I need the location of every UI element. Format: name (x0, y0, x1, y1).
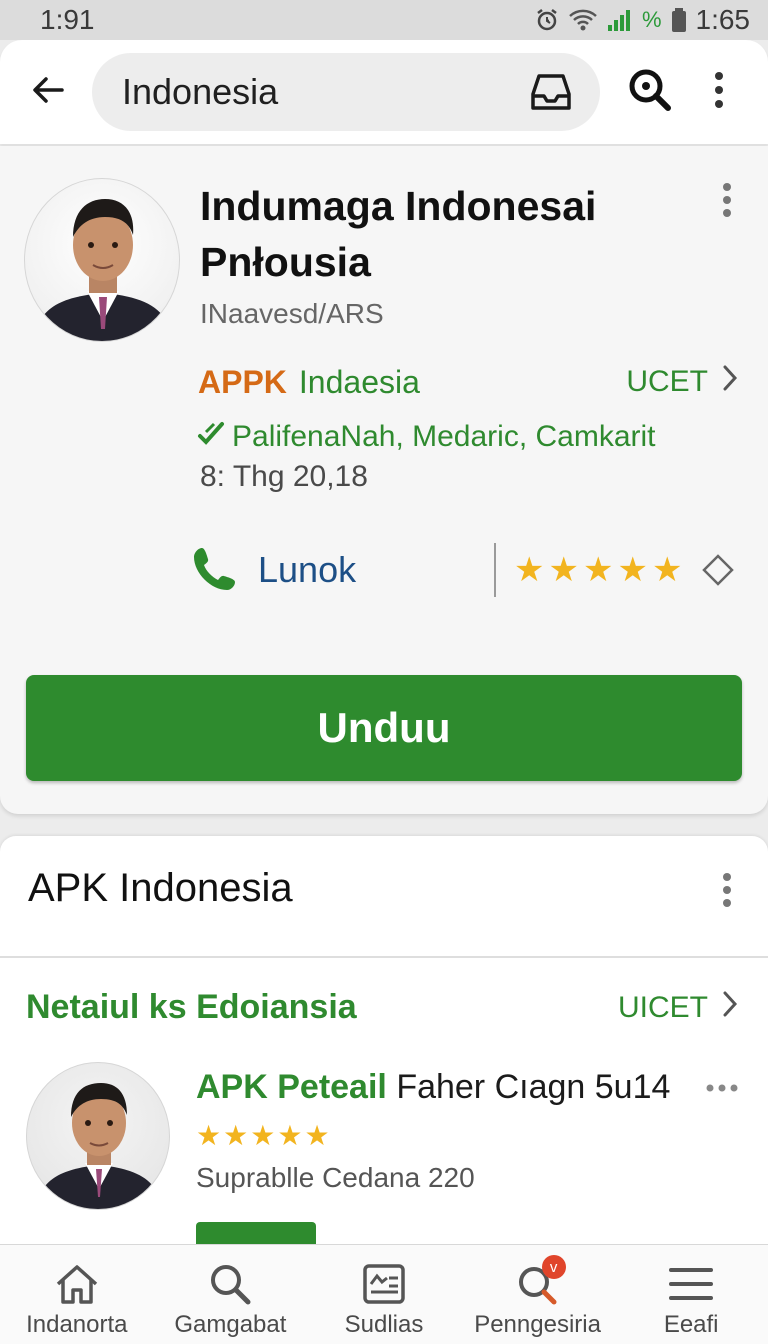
search-button[interactable] (624, 66, 676, 118)
overflow-menu-button[interactable] (704, 66, 734, 118)
item-title[interactable]: APK Peteail Faher Cıagn 5u14 (196, 1068, 670, 1107)
verified-leaf-icon (196, 418, 226, 456)
apk-badge: APPK (198, 363, 287, 400)
star-icon: ★ (223, 1120, 249, 1151)
search-input[interactable]: Indonesia (92, 53, 600, 131)
status-icons: % 1:65 (534, 4, 750, 36)
ucet-label: UCET (626, 365, 708, 398)
more-vertical-icon (722, 872, 732, 913)
rating-stars: ★ ★ ★ ★ ★ (514, 553, 682, 587)
item-title-rest: Faher Cıagn 5u14 (396, 1068, 671, 1106)
star-icon: ★ (651, 551, 683, 589)
notification-badge: v (541, 1255, 566, 1279)
item-more-button[interactable] (702, 1074, 742, 1104)
star-icon: ★ (250, 1120, 276, 1151)
item-subtitle: Suprablle Cedana 220 (196, 1162, 475, 1193)
section-divider (0, 956, 768, 958)
screen: 1:91 % 1:65 Indonesia Indumaga Indonesai… (0, 0, 768, 1344)
star-icon: ★ (548, 551, 579, 589)
nav-item-search[interactable]: Gamgabat (154, 1245, 308, 1344)
subsection-link[interactable]: UICET (618, 990, 738, 1026)
developer-name: INaavesd/ARS (200, 298, 384, 329)
diamond-icon[interactable] (700, 552, 736, 588)
bottom-navigation: Indanorta Gamgabat Sudlias v Penngesiria (0, 1244, 768, 1344)
subsection-title: Netaiul ks Edoiansia (26, 988, 357, 1026)
section-title: APK Indonesia (28, 866, 293, 910)
apk-section-card: APK Indonesia Netaiul ks Edoiansia UICET (0, 836, 768, 1256)
more-vertical-icon (714, 71, 724, 114)
more-horizontal-icon (705, 1080, 739, 1098)
card-more-button[interactable] (712, 182, 742, 222)
subsection-header: Netaiul ks Edoiansia UICET (26, 988, 738, 1027)
search-notification-icon: v (508, 1255, 568, 1309)
alarm-icon (534, 7, 560, 33)
nav-item-updates[interactable]: Sudlias (307, 1245, 461, 1344)
ucet-link[interactable]: UCET (626, 364, 738, 400)
star-icon: ★ (617, 551, 648, 589)
app-title: Indumaga Indonesai Pnłousia (200, 183, 597, 285)
nav-label: Indanorta (26, 1311, 128, 1338)
status-time: 1:91 (40, 4, 95, 35)
divider (494, 543, 496, 597)
updates-icon (354, 1259, 414, 1309)
chevron-right-icon (722, 364, 738, 400)
search-icon (200, 1259, 260, 1309)
nav-label: Gamgabat (174, 1311, 287, 1338)
release-date: 8: Thg 20,18 (200, 460, 368, 493)
more-vertical-icon (722, 182, 732, 223)
item-avatar[interactable] (26, 1062, 170, 1210)
nav-label: Sudlias (344, 1311, 424, 1338)
nav-item-home[interactable]: Indanorta (0, 1245, 154, 1344)
inbox-icon[interactable] (526, 67, 576, 117)
item-title-green: APK Peteail (196, 1068, 387, 1106)
nav-item-menu[interactable]: Eeafi (614, 1245, 768, 1344)
star-icon: ★ (277, 1120, 303, 1151)
subsection-link-label: UICET (618, 990, 708, 1024)
apk-name[interactable]: Indaesia (299, 364, 626, 401)
apk-row: APPK Indaesia UCET (198, 362, 738, 402)
download-button[interactable]: Unduu (26, 675, 742, 781)
top-app-bar: Indonesia (0, 40, 768, 144)
phone-icon (192, 544, 240, 597)
home-icon (47, 1259, 107, 1309)
call-label: Lunok (258, 549, 357, 590)
categories-text: PalifenaNah, Medaric, Camkarit (232, 420, 656, 453)
status-clock: 1:65 (695, 4, 751, 35)
arrow-left-icon (28, 70, 68, 115)
search-query: Indonesia (122, 71, 279, 112)
category-row: PalifenaNah, Medaric, Camkarit (196, 418, 656, 456)
section-more-button[interactable] (712, 872, 742, 912)
star-icon: ★ (196, 1120, 222, 1151)
chevron-right-icon (722, 990, 738, 1026)
battery-icon (670, 7, 688, 33)
battery-percent: % (641, 7, 662, 32)
status-bar: 1:91 % 1:65 (0, 0, 768, 40)
action-row: Lunok ★ ★ ★ ★ ★ (192, 542, 752, 598)
item-rating-stars: ★ ★ ★ ★ ★ (196, 1122, 330, 1150)
nav-label: Penngesiria (474, 1311, 601, 1338)
call-button[interactable]: Lunok (192, 544, 494, 597)
menu-icon (661, 1259, 721, 1309)
nav-item-notifications[interactable]: v Penngesiria (461, 1245, 615, 1344)
search-icon (627, 67, 673, 118)
developer-avatar (24, 178, 180, 342)
nav-label: Eeafi (663, 1311, 719, 1338)
signal-icon (606, 7, 634, 33)
wifi-icon (568, 7, 598, 33)
star-icon: ★ (582, 551, 614, 589)
back-button[interactable] (20, 64, 76, 120)
star-icon: ★ (304, 1120, 330, 1151)
app-detail-card: Indumaga Indonesai Pnłousia INaavesd/ARS… (0, 146, 768, 814)
star-icon: ★ (514, 551, 545, 589)
